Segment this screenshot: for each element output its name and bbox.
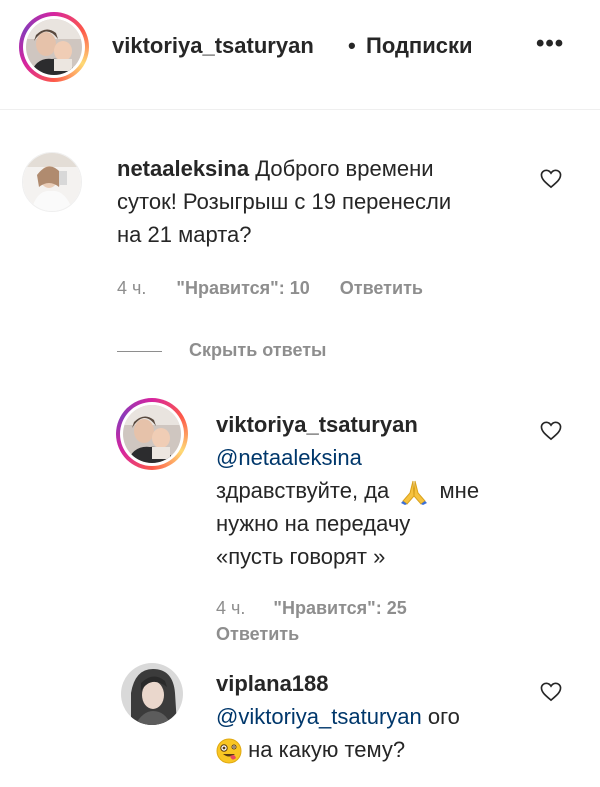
reply-reply-button[interactable]: Ответить: [216, 621, 516, 647]
more-options-icon[interactable]: •••: [536, 30, 564, 58]
reply-meta: 4 ч. "Нравится": 25 Ответить: [216, 595, 516, 647]
header-avatar[interactable]: [26, 19, 82, 75]
reply-text-line: на какую тему?: [248, 737, 406, 762]
header-avatar-ring[interactable]: [19, 12, 89, 82]
pray-emoji-icon: [401, 481, 428, 506]
reply-text-line: мне: [439, 478, 480, 503]
zany-face-emoji-icon: [216, 738, 242, 764]
like-heart-icon[interactable]: [540, 421, 562, 441]
like-heart-icon[interactable]: [540, 169, 562, 189]
reply-avatar[interactable]: [123, 405, 181, 463]
comment-text-line: Доброго времени: [255, 156, 434, 181]
like-heart-icon[interactable]: [540, 682, 562, 702]
reply-mention-link[interactable]: @netaaleksina: [216, 441, 526, 474]
reply-text-line: ого: [427, 704, 460, 729]
comment-text-line: суток! Розыгрыш с 19 перенесли: [117, 189, 452, 214]
comment-body: netaaleksina Доброго времени суток! Розы…: [117, 152, 517, 251]
reply-body: viplana188 @viktoriya_tsaturyan ого на к…: [216, 667, 526, 766]
reply-body: viktoriya_tsaturyan @netaaleksina здравс…: [216, 408, 526, 573]
comment-text-line: на 21 марта?: [117, 222, 252, 247]
hide-replies-line: [117, 351, 162, 352]
hide-replies-button[interactable]: Скрыть ответы: [189, 340, 326, 361]
header-username[interactable]: viktoriya_tsaturyan: [112, 33, 314, 59]
reply-avatar[interactable]: [121, 663, 183, 725]
reply-mention-link[interactable]: @viktoriya_tsaturyan: [216, 704, 422, 729]
comment-username[interactable]: netaaleksina: [117, 156, 249, 181]
reply-text-line: нужно на передачу: [216, 511, 411, 536]
comment-meta: 4 ч. "Нравится": 10 Ответить: [117, 278, 423, 299]
reply-username[interactable]: viplana188: [216, 667, 526, 700]
comment-avatar[interactable]: [22, 152, 82, 212]
reply-time: 4 ч.: [216, 598, 246, 618]
reply-avatar-ring[interactable]: [116, 398, 188, 470]
reply-username[interactable]: viktoriya_tsaturyan: [216, 408, 526, 441]
reply-likes-count[interactable]: "Нравится": 25: [273, 598, 406, 618]
reply-text-line: «пусть говорят »: [216, 544, 386, 569]
header-separator: •: [348, 33, 356, 58]
comment-likes-count[interactable]: "Нравится": 10: [176, 278, 309, 298]
comment-time: 4 ч.: [117, 278, 147, 298]
reply-text-line: здравствуйте, да: [216, 478, 390, 503]
follow-status-button[interactable]: Подписки: [366, 33, 473, 59]
post-header: viktoriya_tsaturyan • Подписки •••: [0, 0, 600, 110]
comment-reply-button[interactable]: Ответить: [340, 278, 423, 298]
